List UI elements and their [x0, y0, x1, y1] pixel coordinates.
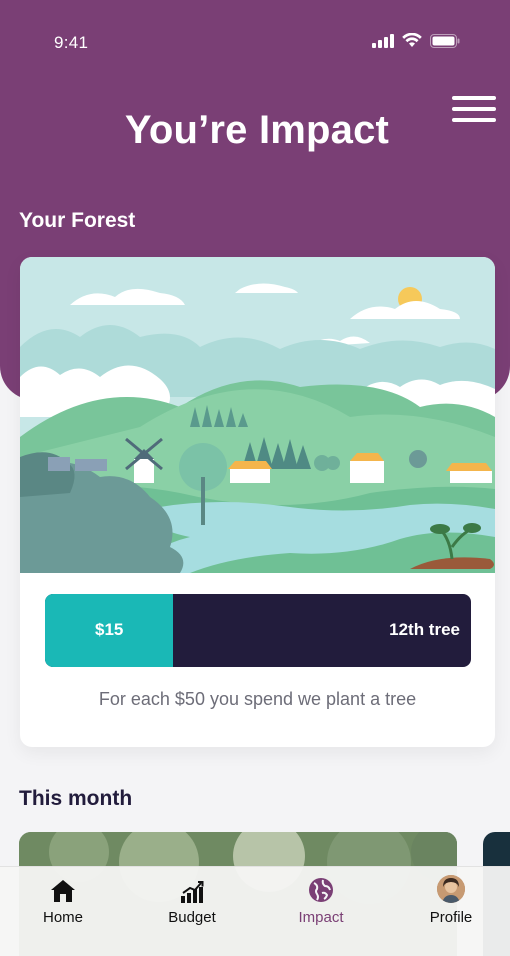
tab-budget-label: Budget	[168, 909, 216, 926]
tab-impact-label: Impact	[298, 909, 344, 926]
status-bar: 9:41	[0, 0, 510, 84]
tab-budget[interactable]: Budget	[132, 867, 252, 956]
forest-card: $15 12th tree For each $50 you spend we …	[20, 257, 495, 747]
tab-bar: Home Budget Impact Profile	[0, 866, 510, 956]
page-title: You’re Impact	[124, 108, 390, 152]
tab-profile-label: Profile	[429, 909, 473, 926]
tree-progress-bar: $15 12th tree	[45, 594, 471, 667]
tab-profile[interactable]: Profile	[391, 867, 510, 956]
forest-caption: For each $50 you spend we plant a tree	[98, 689, 417, 709]
progress-target: 12th tree	[389, 620, 460, 639]
tab-home-label: Home	[42, 909, 83, 926]
budget-chart-icon	[181, 881, 204, 903]
this-month-heading: This month	[19, 787, 133, 810]
signal-icon	[372, 33, 394, 48]
status-time: 9:41	[54, 33, 89, 52]
battery-icon	[430, 33, 460, 48]
forest-illustration	[20, 257, 495, 573]
tab-impact[interactable]: Impact	[261, 867, 381, 956]
globe-icon	[309, 878, 333, 902]
wifi-icon	[402, 33, 422, 47]
status-icons	[372, 33, 460, 48]
avatar	[437, 875, 465, 903]
progress-amount: $15	[95, 620, 124, 639]
your-forest-heading: Your Forest	[19, 209, 136, 232]
tab-home[interactable]: Home	[3, 867, 123, 956]
home-icon	[51, 880, 75, 902]
